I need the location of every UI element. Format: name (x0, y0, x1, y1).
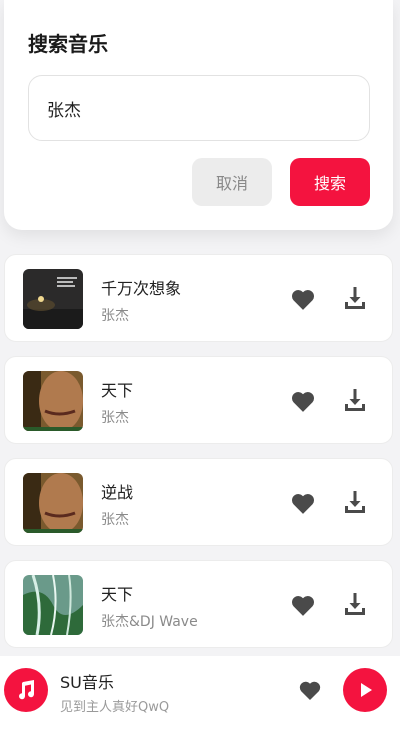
song-item[interactable]: 逆战 张杰 (4, 458, 393, 546)
heart-icon[interactable] (290, 287, 316, 311)
play-icon (361, 683, 372, 697)
music-note-icon (4, 668, 48, 712)
song-artist: 张杰 (101, 410, 129, 426)
player-subtitle: 见到主人真好QwQ (60, 700, 170, 715)
cancel-button[interactable]: 取消 (192, 158, 272, 206)
search-input[interactable] (28, 75, 370, 141)
music-app: 搜索音乐 取消 搜索 千万次想象 张杰 (0, 0, 400, 744)
search-button[interactable]: 搜索 (290, 158, 370, 206)
search-dialog-title: 搜索音乐 (28, 32, 108, 56)
song-title: 天下 (101, 381, 134, 400)
song-title: 逆战 (101, 483, 134, 502)
song-item[interactable]: 天下 张杰 (4, 356, 393, 444)
download-icon[interactable] (343, 591, 367, 617)
download-icon[interactable] (343, 387, 367, 413)
song-title: 天下 (101, 585, 134, 604)
play-button[interactable] (343, 668, 387, 712)
album-cover (23, 473, 83, 533)
heart-icon[interactable] (290, 389, 316, 413)
song-item[interactable]: 天下 张杰&DJ Wave (4, 560, 393, 648)
download-icon[interactable] (343, 285, 367, 311)
heart-icon[interactable] (298, 679, 322, 701)
mini-player[interactable]: SU音乐 见到主人真好QwQ (0, 656, 400, 744)
heart-icon[interactable] (290, 491, 316, 515)
album-cover (23, 575, 83, 635)
heart-icon[interactable] (290, 593, 316, 617)
song-artist: 张杰 (101, 512, 129, 528)
album-cover (23, 269, 83, 329)
song-artist: 张杰 (101, 308, 129, 324)
song-artist: 张杰&DJ Wave (101, 614, 198, 630)
search-dialog: 搜索音乐 取消 搜索 (4, 0, 393, 230)
song-title: 千万次想象 (101, 279, 182, 298)
download-icon[interactable] (343, 489, 367, 515)
album-cover (23, 371, 83, 431)
song-item[interactable]: 千万次想象 张杰 (4, 254, 393, 342)
player-title: SU音乐 (60, 673, 114, 692)
